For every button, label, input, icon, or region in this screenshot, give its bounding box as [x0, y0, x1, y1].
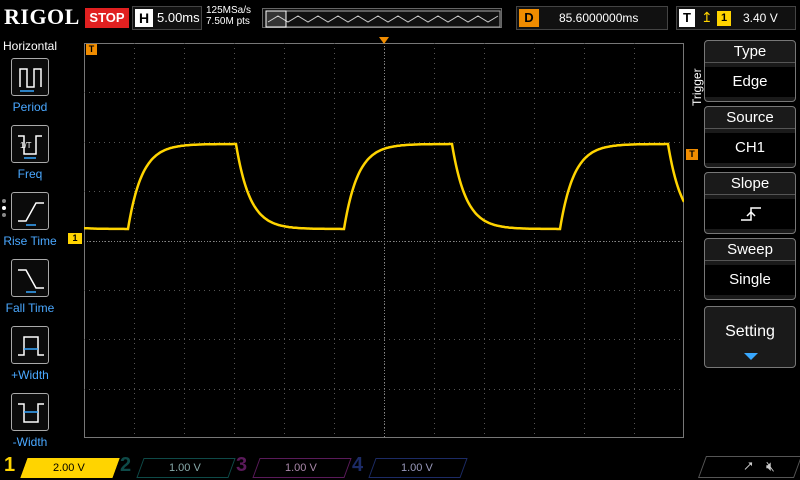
- trigger-level: 3.40 V: [743, 11, 778, 25]
- menu-value: Single: [705, 265, 795, 295]
- horizontal-timebase[interactable]: H 5.00ms: [132, 6, 202, 30]
- trigger-tab-label: Trigger: [690, 68, 704, 106]
- horizontal-measure-sidebar: Horizontal Period 1/T Freq Rise Time Fal…: [0, 36, 60, 454]
- menu-title: Sweep: [705, 239, 795, 261]
- sidebar-item-label: Period: [12, 100, 48, 114]
- acquisition-info: 125MSa/s 7.50M pts: [206, 5, 251, 27]
- menu-source[interactable]: Source CH1: [704, 106, 796, 168]
- sidebar-item-rise-time[interactable]: Rise Time: [0, 192, 60, 258]
- trigger-menu: Trigger Type Edge Source CH1 Slope Sweep…: [688, 36, 800, 456]
- menu-type[interactable]: Type Edge: [704, 40, 796, 102]
- chevron-down-icon: [744, 353, 758, 360]
- trigger-source-badge: 1: [717, 11, 731, 26]
- channel-number: 4: [352, 454, 364, 476]
- menu-title: Source: [705, 107, 795, 129]
- channel-scale-box: 1.00 V: [252, 458, 352, 478]
- sidebar-item-label: Rise Time: [3, 234, 57, 248]
- sidebar-item-period[interactable]: Period: [0, 58, 60, 124]
- ch1-waveform-trace: [83, 142, 686, 231]
- menu-value: Edge: [705, 67, 795, 97]
- channel-scale: 2.00 V: [53, 462, 85, 474]
- sidebar-item-label: Freq: [17, 167, 43, 181]
- menu-setting[interactable]: Setting: [704, 306, 796, 368]
- sidebar-item-fall-time[interactable]: Fall Time: [0, 259, 60, 325]
- brand-logo: RIGOL: [4, 4, 80, 29]
- slope-value: [705, 199, 795, 229]
- trigger-menu-tab: Trigger: [688, 36, 704, 156]
- channel-scale: 1.00 V: [401, 462, 433, 474]
- channel-number: 2: [120, 454, 132, 476]
- channel-number: 1: [4, 454, 16, 476]
- memory-waveform-thumbnail: [265, 10, 501, 28]
- timebase-label: H: [135, 9, 153, 27]
- channel-status-bar: 1 2.00 V 2 1.00 V 3 1.00 V 4 1.00 V ⭧ 🔇︎: [0, 454, 800, 480]
- sidebar-item-label: -Width: [12, 435, 48, 449]
- menu-value: CH1: [705, 133, 795, 163]
- channel-scale-box: 1.00 V: [368, 458, 468, 478]
- sidebar-item-freq[interactable]: 1/T Freq: [0, 125, 60, 191]
- channel-scale-box: 1.00 V: [136, 458, 236, 478]
- channel-scale: 1.00 V: [285, 462, 317, 474]
- speaker-muted-icon[interactable]: 🔇︎: [766, 458, 775, 475]
- rising-edge-icon: [741, 207, 761, 221]
- rising-edge-icon: ↥: [701, 9, 713, 25]
- menu-slope[interactable]: Slope: [704, 172, 796, 234]
- channel-scale-box: 2.00 V: [20, 458, 120, 478]
- menu-sweep[interactable]: Sweep Single: [704, 238, 796, 300]
- ch1-ground-marker[interactable]: 1: [68, 233, 82, 244]
- sidebar-item-label: +Width: [11, 368, 49, 382]
- sidebar-item-negative-width[interactable]: -Width: [0, 393, 60, 459]
- delay-label: D: [519, 9, 539, 27]
- sidebar-item-positive-width[interactable]: +Width: [0, 326, 60, 392]
- frequency-icon: 1/T: [11, 125, 49, 163]
- delay-value: 85.6000000ms: [559, 11, 639, 25]
- sample-rate: 125MSa/s: [206, 5, 252, 16]
- positive-width-icon: [11, 326, 49, 364]
- graticule: [83, 43, 686, 438]
- rise-time-icon: [11, 192, 49, 230]
- sidebar-item-label: Fall Time: [5, 301, 55, 315]
- memory-overview-strip[interactable]: [262, 8, 502, 28]
- svg-text:1/T: 1/T: [20, 141, 32, 150]
- memory-depth: 7.50M pts: [206, 16, 250, 27]
- channel-scale: 1.00 V: [169, 462, 201, 474]
- menu-title: Type: [705, 41, 795, 63]
- period-icon: [11, 58, 49, 96]
- horizontal-delay[interactable]: D 85.6000000ms: [516, 6, 668, 30]
- setting-label: Setting: [725, 323, 775, 340]
- fall-time-icon: [11, 259, 49, 297]
- negative-width-icon: [11, 393, 49, 431]
- top-status-bar: RIGOL STOP H 5.00ms 125MSa/s 7.50M pts D…: [0, 0, 800, 36]
- trigger-status[interactable]: T ↥ 1 3.40 V: [676, 6, 796, 30]
- channel-number: 3: [236, 454, 248, 476]
- sidebar-title: Horizontal: [2, 39, 58, 53]
- run-stop-status[interactable]: STOP: [85, 8, 129, 28]
- waveform-display[interactable]: [83, 43, 686, 438]
- trigger-time-marker[interactable]: [379, 37, 389, 44]
- menu-title: Slope: [705, 173, 795, 195]
- timebase-value: 5.00ms: [157, 10, 200, 25]
- trigger-position-marker[interactable]: T: [86, 44, 97, 55]
- trigger-label: T: [679, 9, 695, 27]
- usb-icon: ⭧: [744, 458, 754, 474]
